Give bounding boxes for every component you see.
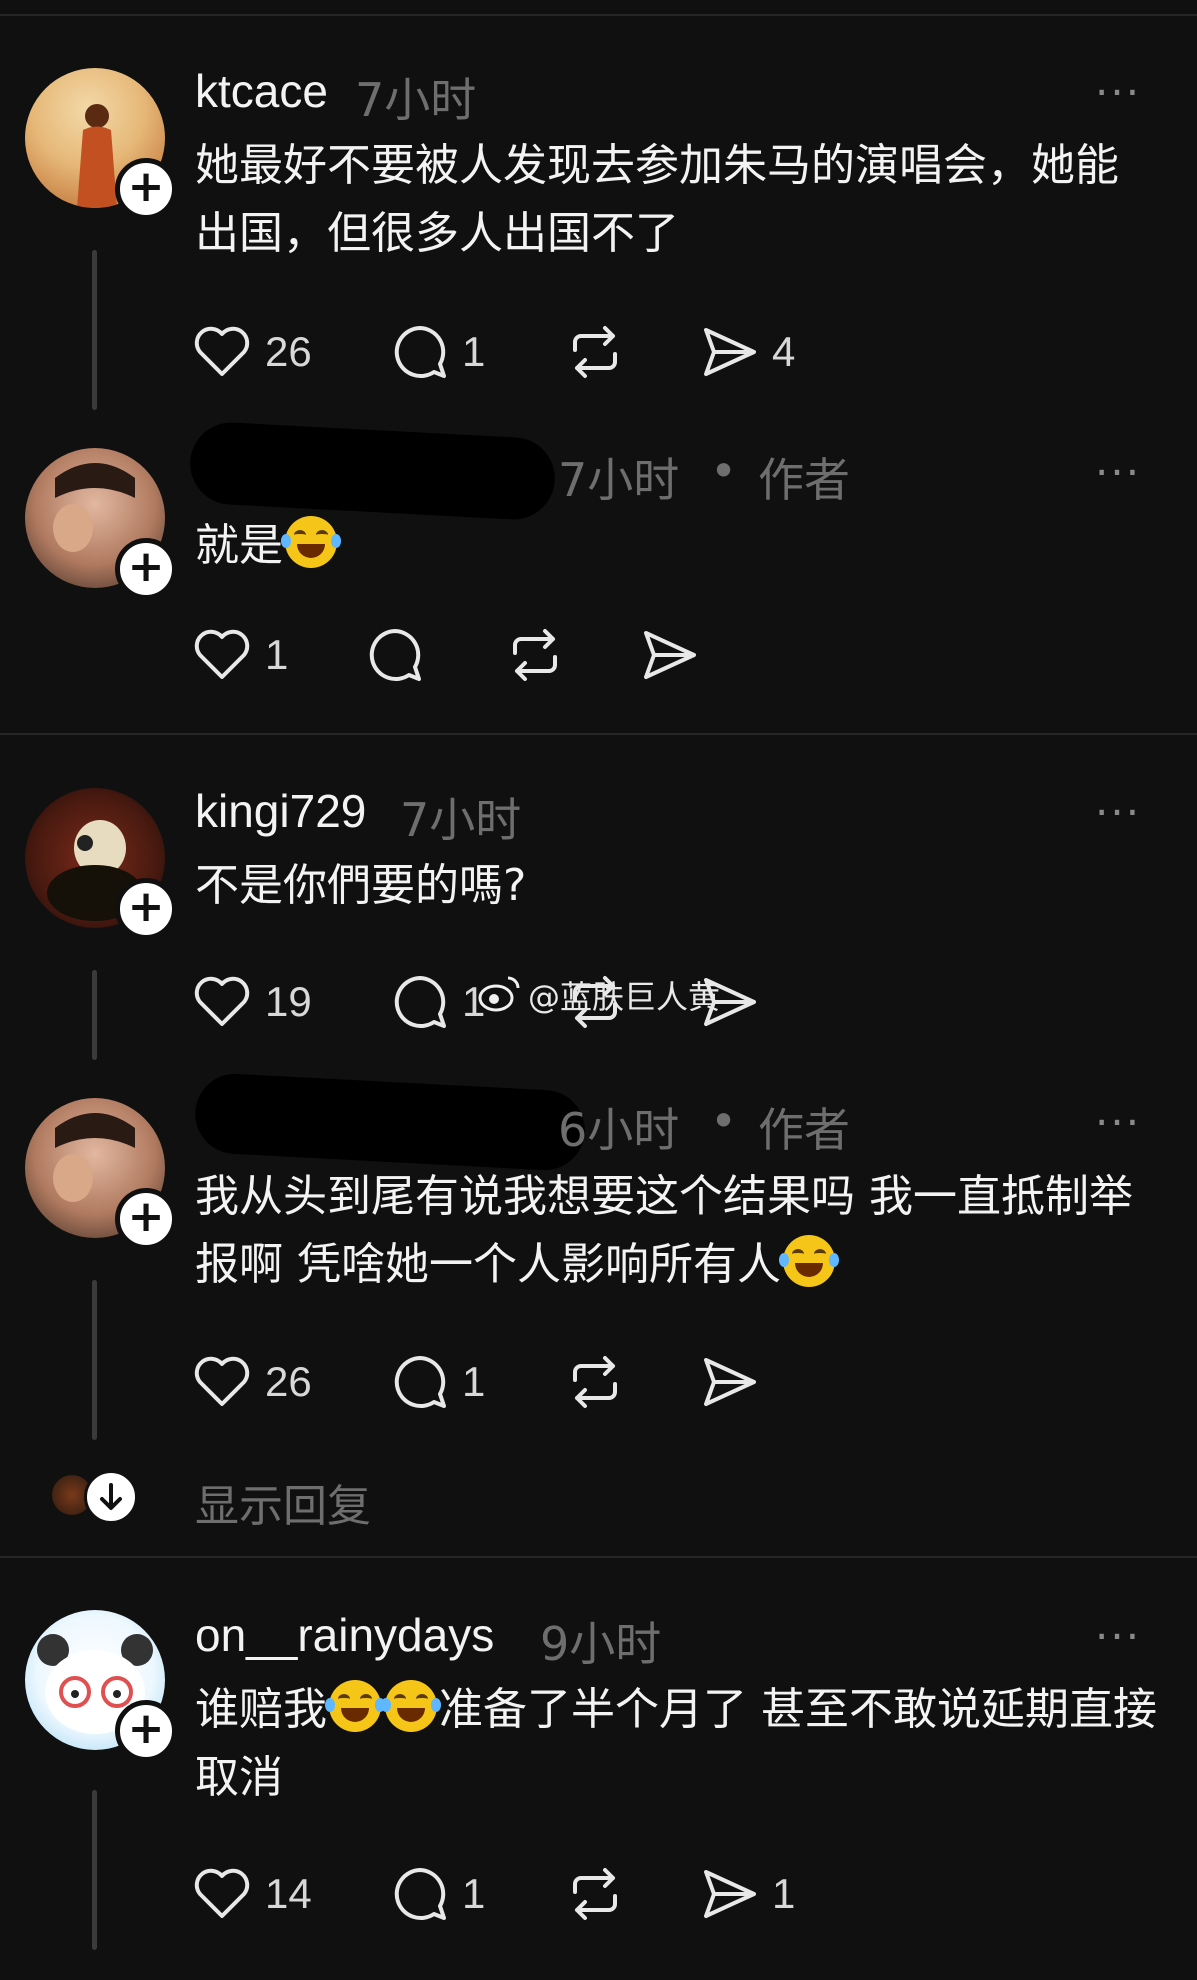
author-badge: 作者 <box>758 1103 850 1157</box>
author-badge: 作者 <box>758 453 850 507</box>
heart-icon[interactable] <box>192 1864 252 1924</box>
heart-icon[interactable] <box>192 972 252 1032</box>
tears-of-joy-emoji <box>381 1680 441 1732</box>
follow-plus-icon[interactable]: + <box>115 158 177 220</box>
thread-line <box>92 250 97 410</box>
send-icon[interactable] <box>700 1352 760 1412</box>
timestamp: 6小时 <box>558 1103 680 1157</box>
repost-icon[interactable] <box>565 322 625 382</box>
more-options-icon[interactable]: ··· <box>1095 792 1141 834</box>
like-count: 14 <box>265 1870 312 1917</box>
share-count: 4 <box>772 328 796 375</box>
separator-dot: • <box>710 1094 738 1148</box>
timestamp: 7小时 <box>558 453 680 507</box>
timestamp: 9小时 <box>540 1617 662 1671</box>
more-options-icon[interactable]: ··· <box>1095 1616 1141 1658</box>
arrow-down-glyph <box>100 1483 122 1510</box>
watermark-text: @蓝肤巨人黄 <box>528 978 721 1016</box>
follow-plus-icon[interactable]: + <box>115 1188 177 1250</box>
timestamp: 7小时 <box>355 73 477 127</box>
thread-divider <box>0 733 1197 735</box>
comment-icon[interactable] <box>390 322 450 382</box>
tears-of-joy-emoji <box>325 1680 385 1732</box>
post-text-content: 我从头到尾有说我想要这个结果吗 我一直抵制举报啊 凭啥她一个人影响所有人 <box>195 1171 1133 1290</box>
like-count: 26 <box>265 328 312 375</box>
tears-of-joy-emoji <box>779 1235 839 1287</box>
post-text: 谁赔我 准备了半个月了 甚至不敢说延期直接取消 <box>195 1676 1160 1812</box>
post-text-content: 就是 <box>195 520 283 571</box>
separator-dot: • <box>710 444 738 498</box>
like-count: 26 <box>265 1358 312 1405</box>
comment-icon[interactable] <box>365 625 425 685</box>
post-text: 就是 <box>195 512 1160 580</box>
show-replies-label[interactable]: 显示回复 <box>195 1470 371 1534</box>
reply-count: 1 <box>462 1870 486 1917</box>
send-icon[interactable] <box>700 322 760 382</box>
reply-count: 1 <box>462 328 486 375</box>
share-count: 1 <box>772 1870 796 1917</box>
send-icon[interactable] <box>640 625 700 685</box>
post-text: 不是你們要的嗎? <box>195 860 527 911</box>
repost-icon[interactable] <box>565 1352 625 1412</box>
post-text: 我从头到尾有说我想要这个结果吗 我一直抵制举报啊 凭啥她一个人影响所有人 <box>195 1163 1160 1299</box>
heart-icon[interactable] <box>192 1352 252 1412</box>
repost-icon[interactable] <box>565 1864 625 1924</box>
follow-plus-icon[interactable]: + <box>115 878 177 940</box>
reply-count: 1 <box>462 1358 486 1405</box>
top-divider <box>0 14 1197 16</box>
thread-divider <box>0 1556 1197 1558</box>
username[interactable]: kingi729 <box>195 784 366 838</box>
follow-plus-icon[interactable]: + <box>115 1700 177 1762</box>
thread-line <box>92 970 97 1060</box>
weibo-logo-icon <box>478 976 520 1012</box>
comment-icon[interactable] <box>390 1864 450 1924</box>
comment-icon[interactable] <box>390 1352 450 1412</box>
username[interactable]: on__rainydays <box>195 1608 494 1662</box>
arrow-down-icon[interactable] <box>84 1470 138 1524</box>
thread-line <box>92 1280 97 1440</box>
username[interactable]: ktcace <box>195 64 328 118</box>
post-text: 她最好不要被人发现去参加朱马的演唱会，她能出国，但很多人出国不了 <box>195 140 1119 259</box>
tears-of-joy-emoji <box>281 516 341 568</box>
follow-plus-icon[interactable]: + <box>115 538 177 600</box>
more-options-icon[interactable]: ··· <box>1095 1102 1141 1144</box>
more-options-icon[interactable]: ··· <box>1095 72 1141 114</box>
comment-icon[interactable] <box>390 972 450 1032</box>
heart-icon[interactable] <box>192 322 252 382</box>
send-icon[interactable] <box>700 1864 760 1924</box>
redaction-scribble <box>193 1071 587 1173</box>
heart-icon[interactable] <box>192 625 252 685</box>
like-count: 19 <box>265 978 312 1025</box>
more-options-icon[interactable]: ··· <box>1095 452 1141 494</box>
redaction-scribble <box>188 420 557 522</box>
thread-line <box>92 1790 97 1950</box>
post-text-prefix: 谁赔我 <box>195 1684 327 1735</box>
like-count: 1 <box>265 631 289 678</box>
timestamp: 7小时 <box>400 793 522 847</box>
repost-icon[interactable] <box>505 625 565 685</box>
